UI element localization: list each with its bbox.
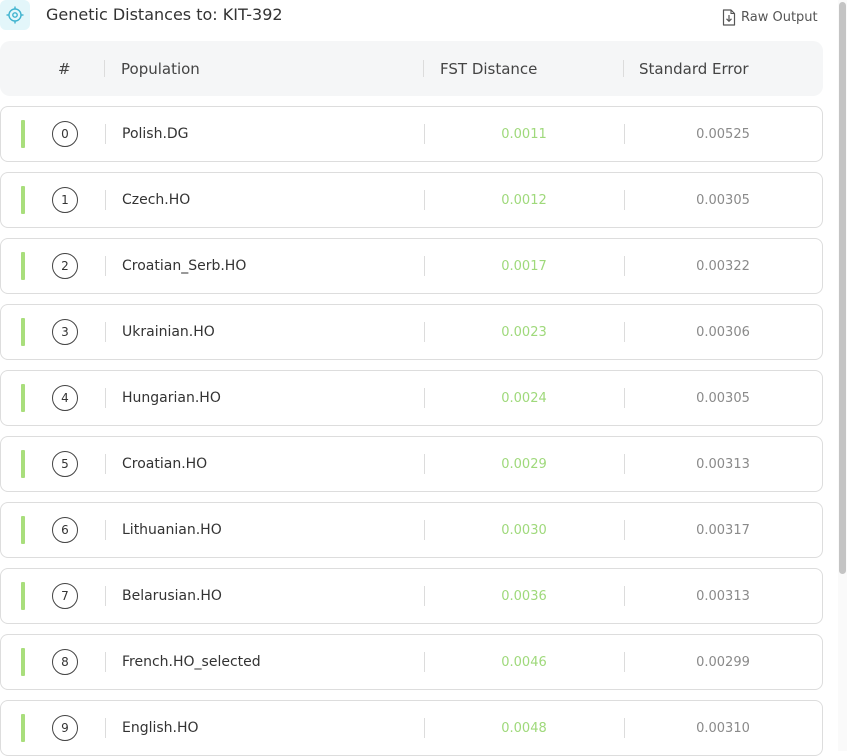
population-name: Czech.HO (122, 192, 191, 208)
vertical-scrollbar[interactable] (838, 0, 847, 751)
target-icon (0, 0, 30, 30)
column-header-rank[interactable]: # (58, 41, 71, 96)
table-row[interactable]: 0 Polish.DG 0.0011 0.00525 (0, 106, 823, 162)
rank-badge: 8 (52, 649, 78, 675)
population-name: Ukrainian.HO (122, 324, 215, 340)
header-divider (623, 60, 624, 77)
row-divider (105, 388, 106, 408)
row-accent-bar (21, 120, 25, 148)
fst-distance: 0.0011 (501, 126, 547, 142)
table-row[interactable]: 4 Hungarian.HO 0.0024 0.00305 (0, 370, 823, 426)
population-name: French.HO_selected (122, 654, 261, 670)
standard-error: 0.00305 (696, 390, 750, 406)
row-accent-bar (21, 186, 25, 214)
header-divider (423, 60, 424, 77)
table-header: # Population FST Distance Standard Error (0, 41, 823, 96)
population-name: Croatian.HO (122, 456, 208, 472)
standard-error: 0.00313 (696, 456, 750, 472)
fst-distance: 0.0017 (501, 258, 547, 274)
column-header-se[interactable]: Standard Error (639, 41, 749, 96)
population-name: Polish.DG (122, 126, 189, 142)
page-title: Genetic Distances to: KIT-392 (46, 5, 283, 24)
fst-distance: 0.0029 (501, 456, 547, 472)
header-divider (104, 60, 105, 77)
fst-distance: 0.0046 (501, 654, 547, 670)
standard-error: 0.00305 (696, 192, 750, 208)
rank-badge: 9 (52, 715, 78, 741)
table-row[interactable]: 8 French.HO_selected 0.0046 0.00299 (0, 634, 823, 690)
population-name: Hungarian.HO (122, 390, 221, 406)
row-accent-bar (21, 318, 25, 346)
population-name: Lithuanian.HO (122, 522, 222, 538)
row-accent-bar (21, 450, 25, 478)
standard-error: 0.00310 (696, 720, 750, 736)
fst-distance: 0.0036 (501, 588, 547, 604)
population-name: Croatian_Serb.HO (122, 258, 247, 274)
standard-error: 0.00317 (696, 522, 750, 538)
fst-distance: 0.0023 (501, 324, 547, 340)
row-accent-bar (21, 648, 25, 676)
row-accent-bar (21, 516, 25, 544)
rank-badge: 1 (52, 187, 78, 213)
row-divider (105, 322, 106, 342)
row-accent-bar (21, 582, 25, 610)
standard-error: 0.00313 (696, 588, 750, 604)
table-row[interactable]: 6 Lithuanian.HO 0.0030 0.00317 (0, 502, 823, 558)
rank-badge: 2 (52, 253, 78, 279)
table-row[interactable]: 1 Czech.HO 0.0012 0.00305 (0, 172, 823, 228)
rank-badge: 4 (52, 385, 78, 411)
row-divider (105, 652, 106, 672)
row-divider (105, 718, 106, 738)
rank-badge: 0 (52, 121, 78, 147)
fst-distance: 0.0048 (501, 720, 547, 736)
raw-output-label: Raw Output (741, 9, 818, 25)
fst-distance: 0.0024 (501, 390, 547, 406)
rank-badge: 6 (52, 517, 78, 543)
row-divider (105, 124, 106, 144)
table-row[interactable]: 9 English.HO 0.0048 0.00310 (0, 700, 823, 756)
raw-output-button[interactable]: Raw Output (722, 8, 818, 26)
fst-distance: 0.0030 (501, 522, 547, 538)
scrollbar-thumb[interactable] (839, 2, 846, 574)
row-divider (105, 586, 106, 606)
column-header-fst[interactable]: FST Distance (440, 41, 537, 96)
row-accent-bar (21, 384, 25, 412)
standard-error: 0.00299 (696, 654, 750, 670)
table-row[interactable]: 3 Ukrainian.HO 0.0023 0.00306 (0, 304, 823, 360)
standard-error: 0.00322 (696, 258, 750, 274)
download-file-icon (722, 8, 736, 26)
row-divider (105, 520, 106, 540)
row-accent-bar (21, 714, 25, 742)
row-divider (105, 256, 106, 276)
fst-distance: 0.0012 (501, 192, 547, 208)
column-header-population[interactable]: Population (121, 41, 200, 96)
table-row[interactable]: 2 Croatian_Serb.HO 0.0017 0.00322 (0, 238, 823, 294)
row-accent-bar (21, 252, 25, 280)
standard-error: 0.00306 (696, 324, 750, 340)
rank-badge: 5 (52, 451, 78, 477)
population-name: English.HO (122, 720, 199, 736)
rank-badge: 3 (52, 319, 78, 345)
population-name: Belarusian.HO (122, 588, 222, 604)
standard-error: 0.00525 (696, 126, 750, 142)
table-row[interactable]: 5 Croatian.HO 0.0029 0.00313 (0, 436, 823, 492)
row-divider (105, 454, 106, 474)
row-divider (105, 190, 106, 210)
table-row[interactable]: 7 Belarusian.HO 0.0036 0.00313 (0, 568, 823, 624)
rank-badge: 7 (52, 583, 78, 609)
